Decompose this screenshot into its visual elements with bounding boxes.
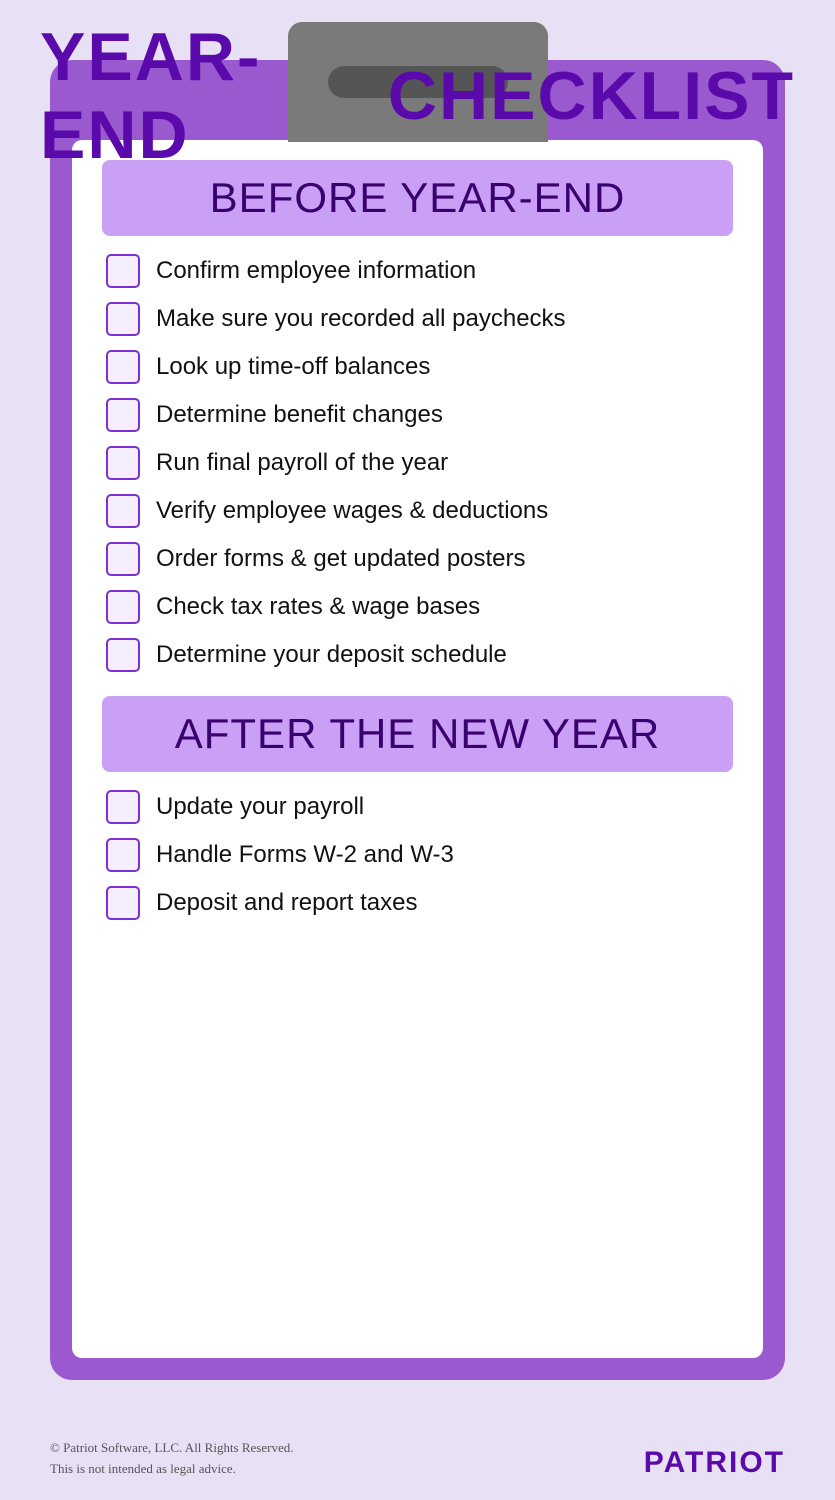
item-label-4: Determine benefit changes [156,399,443,430]
checkbox-1[interactable] [106,254,140,288]
after-new-year-section: AFTER THE NEW YEAR Update your payroll H… [102,696,733,920]
before-header-text: BEFORE YEAR-END [210,174,626,221]
list-item: Make sure you recorded all paychecks [102,302,733,336]
item-label-5: Run final payroll of the year [156,447,448,478]
list-item: Determine your deposit schedule [102,638,733,672]
item-label-11: Handle Forms W-2 and W-3 [156,839,454,870]
list-item: Confirm employee information [102,254,733,288]
item-label-6: Verify employee wages & deductions [156,495,548,526]
list-item: Verify employee wages & deductions [102,494,733,528]
item-label-3: Look up time-off balances [156,351,430,382]
checkbox-2[interactable] [106,302,140,336]
before-year-end-section: BEFORE YEAR-END Confirm employee informa… [102,160,733,672]
list-item: Determine benefit changes [102,398,733,432]
list-item: Check tax rates & wage bases [102,590,733,624]
item-label-7: Order forms & get updated posters [156,543,526,574]
clipboard-board: BEFORE YEAR-END Confirm employee informa… [50,60,785,1380]
checkbox-4[interactable] [106,398,140,432]
title-checklist: CHECKLIST [388,57,795,135]
list-item: Update your payroll [102,790,733,824]
footer: © Patriot Software, LLC. All Rights Rese… [0,1438,835,1480]
checkbox-5[interactable] [106,446,140,480]
list-item: Order forms & get updated posters [102,542,733,576]
page-container: YEAR-END CHECKLIST BEFORE YEAR-END Confi… [0,0,835,1500]
checkbox-10[interactable] [106,790,140,824]
list-item: Handle Forms W-2 and W-3 [102,838,733,872]
list-item: Look up time-off balances [102,350,733,384]
checkbox-3[interactable] [106,350,140,384]
after-header-text: AFTER THE NEW YEAR [175,710,661,757]
checkbox-7[interactable] [106,542,140,576]
list-item: Run final payroll of the year [102,446,733,480]
checkbox-8[interactable] [106,590,140,624]
item-label-10: Update your payroll [156,791,364,822]
after-header: AFTER THE NEW YEAR [102,696,733,772]
disclaimer-text: This is not intended as legal advice. [50,1459,294,1480]
header: YEAR-END CHECKLIST [0,0,835,174]
item-label-1: Confirm employee information [156,255,476,286]
patriot-logo: PATRIOT [644,1446,785,1480]
title-year-end: YEAR-END [40,18,274,174]
footer-legal: © Patriot Software, LLC. All Rights Rese… [50,1438,294,1480]
checkbox-12[interactable] [106,886,140,920]
clipboard-paper: BEFORE YEAR-END Confirm employee informa… [72,140,763,1358]
checkbox-6[interactable] [106,494,140,528]
item-label-8: Check tax rates & wage bases [156,591,480,622]
item-label-9: Determine your deposit schedule [156,639,507,670]
checkbox-9[interactable] [106,638,140,672]
item-label-2: Make sure you recorded all paychecks [156,303,566,334]
copyright-text: © Patriot Software, LLC. All Rights Rese… [50,1438,294,1459]
checkbox-11[interactable] [106,838,140,872]
list-item: Deposit and report taxes [102,886,733,920]
item-label-12: Deposit and report taxes [156,887,417,918]
